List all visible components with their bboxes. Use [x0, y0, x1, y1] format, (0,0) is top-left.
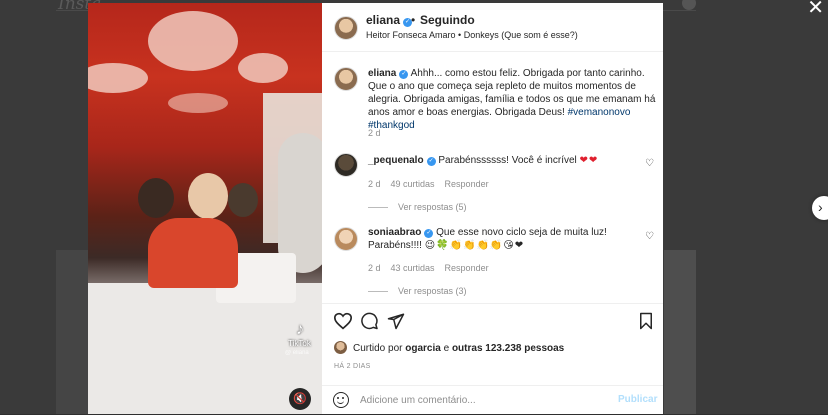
close-icon[interactable]: ✕ [807, 0, 824, 18]
header-username[interactable]: eliana ✓ [366, 13, 413, 27]
post-header: eliana ✓ • Seguindo Heitor Fonseca Amaro … [322, 3, 663, 52]
replies-line [368, 291, 388, 293]
ceiling-light [148, 11, 238, 71]
comment-icon[interactable] [360, 312, 379, 330]
person-shirt [148, 218, 238, 288]
like-comment-heart-icon[interactable]: ♡ [645, 231, 654, 242]
avatar[interactable] [334, 153, 358, 177]
comment-emojis: 😉🍀👏👏👏👏😘❤ [424, 240, 525, 251]
following-button[interactable]: Seguindo [420, 13, 475, 27]
comment-text: Parabénssssss! Você é incrível [438, 155, 577, 166]
comment-likes[interactable]: 49 curtidas [391, 179, 435, 189]
comment-emojis: ❤❤ [579, 155, 599, 166]
view-replies-label[interactable]: Ver respostas (5) [398, 202, 467, 212]
ceiling-light [88, 63, 148, 93]
verified-icon: ✓ [399, 70, 409, 79]
comment-time[interactable]: 2 d [368, 179, 381, 189]
speaker-muted-icon[interactable]: 🔇 [289, 388, 311, 410]
tiktok-icon: ♪ [296, 321, 304, 338]
comment-username[interactable]: _pequenalo [368, 155, 424, 166]
likes-summary: Curtido por ogarcia e outras 123.238 pes… [334, 341, 564, 354]
verified-icon: ✓ [424, 229, 434, 238]
post-actions [322, 303, 663, 338]
header-separator: • [411, 13, 416, 27]
comment-bar: Publicar [322, 385, 663, 415]
username-link[interactable]: eliana [366, 13, 400, 27]
comment-input[interactable] [360, 392, 600, 408]
publish-button[interactable]: Publicar [618, 394, 657, 405]
view-replies-label[interactable]: Ver respostas (3) [398, 286, 467, 296]
tiktok-handle: @ eliana [285, 350, 309, 356]
replies-line [368, 207, 388, 209]
comment-time[interactable]: 2 d [368, 263, 381, 273]
caption-username[interactable]: eliana [368, 68, 396, 79]
person-face [188, 173, 228, 219]
ceiling-light [238, 53, 288, 83]
background-thumbnail-right [664, 250, 696, 414]
tiktok-label: TikTok [288, 339, 311, 348]
avatar[interactable] [334, 227, 358, 251]
bookmark-icon[interactable] [638, 312, 654, 330]
emoji-icon[interactable] [333, 392, 349, 408]
avatar[interactable] [334, 67, 358, 91]
ceiling-light [168, 93, 228, 113]
likes-connector: e [443, 343, 450, 354]
avatar[interactable] [334, 341, 347, 354]
heart-icon[interactable] [333, 312, 353, 330]
view-replies-button[interactable]: Ver respostas (3) [368, 286, 467, 296]
caption-time[interactable]: 2 d [368, 128, 381, 138]
post-panel: eliana ✓ • Seguindo Heitor Fonseca Amaro … [322, 3, 663, 414]
background-thumbnail-left [56, 250, 88, 414]
audio-track-link[interactable]: Heitor Fonseca Amaro • Donkeys (Que som … [366, 30, 578, 40]
likes-others[interactable]: outras 123.238 pessoas [452, 343, 564, 354]
reply-button[interactable]: Responder [445, 263, 489, 273]
view-replies-button[interactable]: Ver respostas (5) [368, 202, 467, 212]
reply-button[interactable]: Responder [445, 179, 489, 189]
comment-username[interactable]: soniaabrao [368, 227, 421, 238]
likes-prefix: Curtido por [353, 343, 403, 354]
person-head [228, 183, 258, 217]
comment-text-block: soniaabrao ✓ Que esse novo ciclo seja de … [368, 226, 638, 252]
comment-meta: 2 d 49 curtidas Responder [368, 179, 499, 189]
avatar[interactable] [334, 16, 358, 40]
comment-likes[interactable]: 43 curtidas [391, 263, 435, 273]
post-timestamp[interactable]: HÁ 2 DIAS [334, 363, 371, 370]
likes-first-user[interactable]: ogarcia [405, 343, 441, 354]
caption: eliana ✓ Ahhh... como estou feliz. Obriga… [368, 67, 658, 132]
post-video[interactable]: ♪ TikTok @ eliana 🔇 [88, 3, 322, 414]
person-head [138, 178, 174, 218]
comment-text-block: _pequenalo ✓ Parabénssssss! Você é incrív… [368, 154, 638, 167]
like-comment-heart-icon[interactable]: ♡ [645, 158, 654, 169]
hand-dryer [278, 133, 322, 273]
verified-icon: ✓ [426, 157, 436, 166]
background-avatar [682, 0, 696, 10]
comment-meta: 2 d 43 curtidas Responder [368, 263, 499, 273]
share-icon[interactable] [387, 312, 405, 330]
